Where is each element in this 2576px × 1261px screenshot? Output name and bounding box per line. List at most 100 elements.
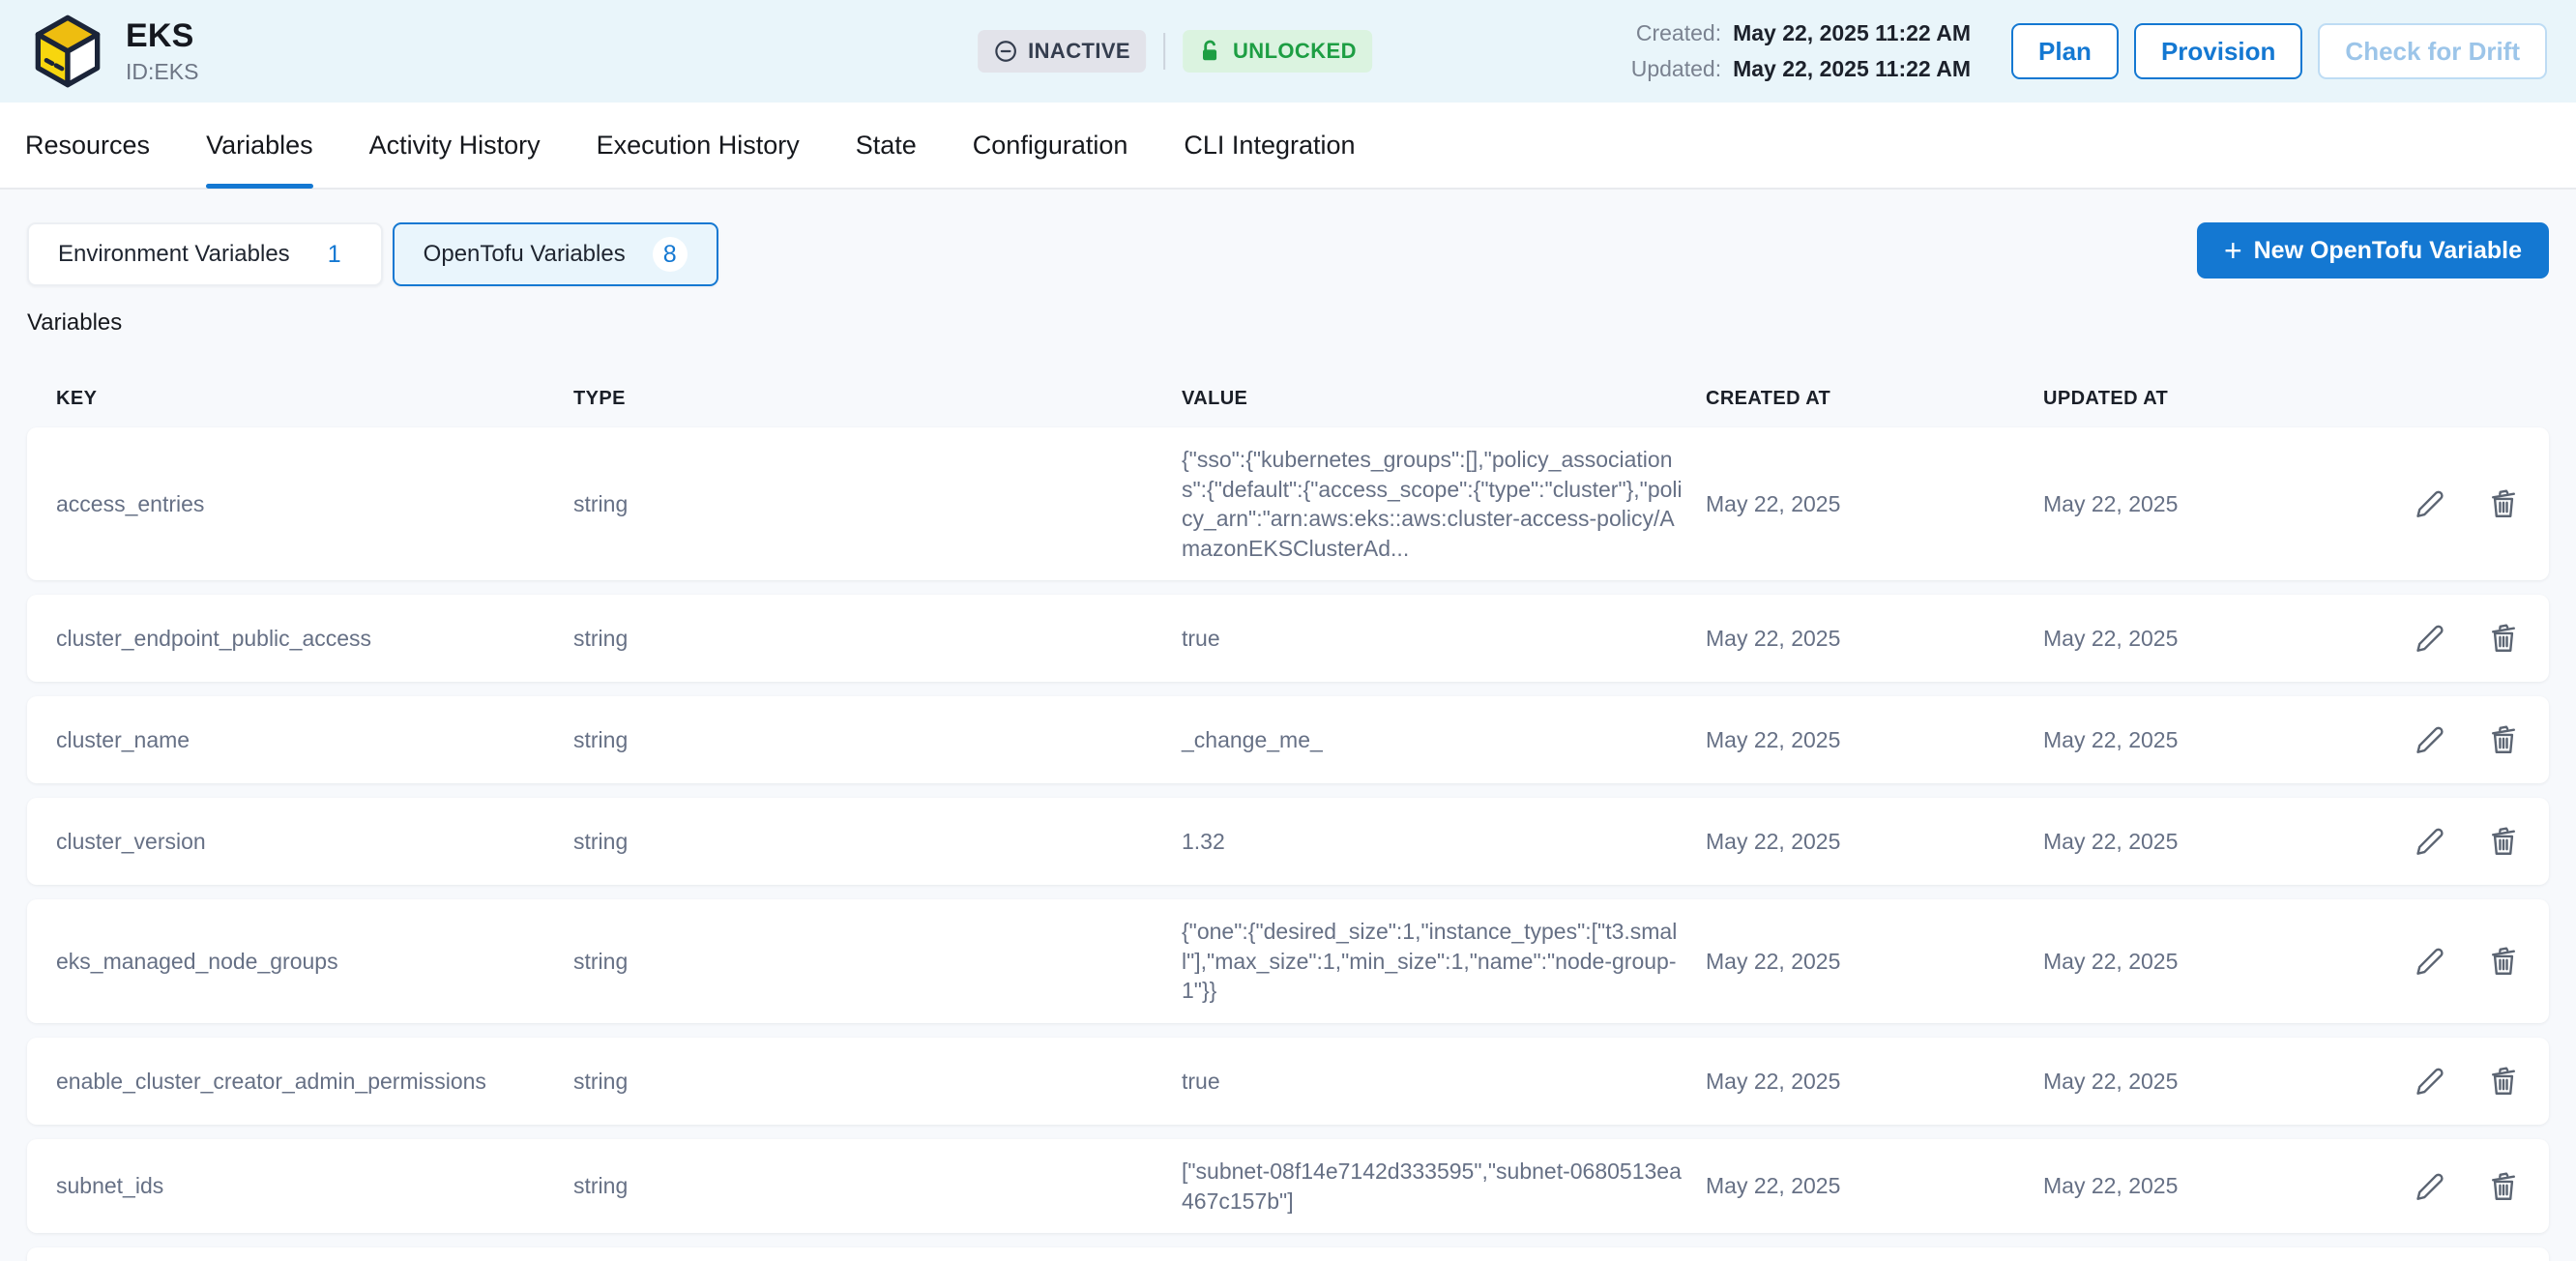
delete-variable-button[interactable]: [2487, 945, 2520, 978]
variable-value: _change_me_: [1182, 725, 1706, 755]
timestamps: Created: May 22, 2025 11:22 AM Updated: …: [1631, 20, 1971, 82]
variable-key: cluster_name: [56, 727, 573, 753]
lock-badge: UNLOCKED: [1183, 30, 1372, 73]
variable-created-at: May 22, 2025: [1706, 829, 2043, 855]
environment-id: ID:EKS: [126, 59, 198, 85]
edit-variable-button[interactable]: [2414, 1170, 2446, 1203]
delete-variable-button[interactable]: [2487, 487, 2520, 520]
page-title: EKS: [126, 17, 198, 55]
subtab-label: OpenTofu Variables: [424, 241, 626, 268]
trash-icon: [2487, 487, 2520, 520]
table-row: cluster_endpoint_public_access string tr…: [27, 595, 2549, 682]
plus-icon: +: [2224, 235, 2242, 266]
variable-key: subnet_ids: [56, 1173, 573, 1199]
delete-variable-button[interactable]: [2487, 825, 2520, 858]
delete-variable-button[interactable]: [2487, 723, 2520, 756]
variable-value: ["subnet-08f14e7142d333595","subnet-0680…: [1182, 1157, 1706, 1216]
row-actions: [2356, 1170, 2520, 1203]
pencil-icon: [2414, 945, 2446, 978]
new-opentofu-variable-button[interactable]: + New OpenTofu Variable: [2197, 222, 2549, 279]
edit-variable-button[interactable]: [2414, 622, 2446, 655]
table-row: enable_cluster_creator_admin_permissions…: [27, 1038, 2549, 1125]
provision-button[interactable]: Provision: [2134, 23, 2302, 79]
variable-updated-at: May 22, 2025: [2043, 949, 2356, 975]
section-title: Variables: [27, 309, 2549, 337]
updated-label: Updated:: [1631, 56, 1721, 82]
variable-key: eks_managed_node_groups: [56, 949, 573, 975]
variable-key: access_entries: [56, 491, 573, 517]
trash-icon: [2487, 723, 2520, 756]
table-row: cluster_name string _change_me_ May 22, …: [27, 696, 2549, 783]
created-value: May 22, 2025 11:22 AM: [1733, 20, 1971, 46]
variable-type-switcher: Environment Variables 1 OpenTofu Variabl…: [27, 222, 2549, 286]
created-label: Created:: [1631, 20, 1721, 46]
column-header-created-at: CREATED AT: [1706, 388, 2043, 410]
trash-icon: [2487, 945, 2520, 978]
unlocked-padlock-icon: [1198, 39, 1223, 64]
status-badge: INACTIVE: [978, 30, 1146, 73]
variable-value: true: [1182, 1067, 1706, 1097]
row-actions: [2356, 1065, 2520, 1098]
edit-variable-button[interactable]: [2414, 945, 2446, 978]
delete-variable-button[interactable]: [2487, 1065, 2520, 1098]
variable-key: cluster_endpoint_public_access: [56, 626, 573, 652]
tab-state[interactable]: State: [856, 103, 917, 188]
row-actions: [2356, 825, 2520, 858]
header-actions: Plan Provision Check for Drift: [2011, 23, 2547, 79]
delete-variable-button[interactable]: [2487, 1170, 2520, 1203]
pencil-icon: [2414, 622, 2446, 655]
tab-activity-history[interactable]: Activity History: [369, 103, 541, 188]
table-row: access_entries string {"sso":{"kubernete…: [27, 427, 2549, 580]
environment-header: EKS ID:EKS INACTIVE UNLOCKED Created: Ma…: [0, 0, 2576, 103]
delete-variable-button[interactable]: [2487, 622, 2520, 655]
variable-updated-at: May 22, 2025: [2043, 1173, 2356, 1199]
header-right: Created: May 22, 2025 11:22 AM Updated: …: [1631, 20, 2547, 82]
variable-key: cluster_version: [56, 829, 573, 855]
edit-variable-button[interactable]: [2414, 1065, 2446, 1098]
tab-variables[interactable]: Variables: [206, 103, 313, 188]
variable-type: string: [573, 1173, 1182, 1199]
updated-value: May 22, 2025 11:22 AM: [1733, 56, 1971, 82]
opentofu-variables-count: 8: [653, 237, 688, 272]
pencil-icon: [2414, 1065, 2446, 1098]
variable-type: string: [573, 727, 1182, 753]
column-header-key: KEY: [56, 388, 573, 410]
edit-variable-button[interactable]: [2414, 825, 2446, 858]
plan-button[interactable]: Plan: [2011, 23, 2119, 79]
subtab-opentofu-variables[interactable]: OpenTofu Variables 8: [393, 222, 718, 286]
brand: EKS ID:EKS: [29, 13, 198, 90]
pencil-icon: [2414, 487, 2446, 520]
row-actions: [2356, 723, 2520, 756]
tab-configuration[interactable]: Configuration: [973, 103, 1128, 188]
variable-type: string: [573, 1069, 1182, 1095]
table-header: KEY TYPE VALUE CREATED AT UPDATED AT: [27, 369, 2549, 427]
edit-variable-button[interactable]: [2414, 723, 2446, 756]
status-badges: INACTIVE UNLOCKED: [978, 30, 1372, 73]
variables-content: Environment Variables 1 OpenTofu Variabl…: [0, 222, 2576, 1261]
variable-created-at: May 22, 2025: [1706, 949, 2043, 975]
environment-page: EKS ID:EKS INACTIVE UNLOCKED Created: Ma…: [0, 0, 2576, 1261]
trash-icon: [2487, 1170, 2520, 1203]
variable-value: {"one":{"desired_size":1,"instance_types…: [1182, 917, 1706, 1006]
variable-created-at: May 22, 2025: [1706, 626, 2043, 652]
trash-icon: [2487, 622, 2520, 655]
check-for-drift-button[interactable]: Check for Drift: [2318, 23, 2547, 79]
tab-resources[interactable]: Resources: [25, 103, 150, 188]
subtab-environment-variables[interactable]: Environment Variables 1: [27, 222, 383, 286]
subtab-label: Environment Variables: [58, 241, 290, 268]
table-row: vpc_id string vpc-078b51c6cbc5581f1 May …: [27, 1247, 2549, 1261]
badge-divider: [1163, 33, 1165, 70]
table-row: cluster_version string 1.32 May 22, 2025…: [27, 798, 2549, 885]
variable-updated-at: May 22, 2025: [2043, 1069, 2356, 1095]
variable-created-at: May 22, 2025: [1706, 491, 2043, 517]
tab-cli-integration[interactable]: CLI Integration: [1184, 103, 1355, 188]
circle-minus-icon: [993, 39, 1018, 64]
table-row: eks_managed_node_groups string {"one":{"…: [27, 899, 2549, 1023]
row-actions: [2356, 487, 2520, 520]
variable-updated-at: May 22, 2025: [2043, 727, 2356, 753]
pencil-icon: [2414, 723, 2446, 756]
tab-execution-history[interactable]: Execution History: [597, 103, 800, 188]
column-header-value: VALUE: [1182, 388, 1706, 410]
variable-updated-at: May 22, 2025: [2043, 491, 2356, 517]
edit-variable-button[interactable]: [2414, 487, 2446, 520]
